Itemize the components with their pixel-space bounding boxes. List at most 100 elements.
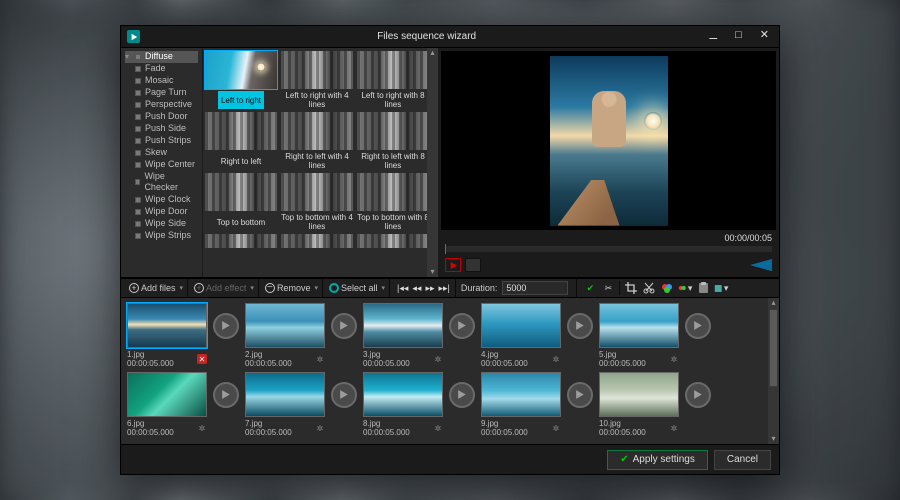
preview-seekbar[interactable] [445, 246, 772, 252]
paste-icon[interactable] [696, 281, 710, 295]
folder-icon [135, 66, 141, 72]
minimize-button[interactable]: – [705, 28, 721, 46]
tree-item-label: Fade [145, 63, 166, 74]
clip-item[interactable]: 2.jpg 00:00:05.000 ✲ [245, 303, 325, 368]
transition-slot[interactable] [211, 372, 241, 417]
clip-settings-icon[interactable]: ✲ [669, 354, 679, 364]
cancel-button[interactable]: Cancel [714, 450, 771, 470]
transition-preset[interactable]: Top to bottom with 8 lines [357, 173, 429, 231]
transition-preset[interactable]: Left to right with 4 lines [281, 51, 353, 109]
clip-duration: 00:00:05.000 [599, 428, 646, 437]
nav-prev-icon[interactable]: ◂◂ [412, 283, 421, 294]
tree-item[interactable]: Push Strips [125, 135, 198, 147]
close-button[interactable]: ✕ [756, 28, 773, 46]
clip-settings-icon[interactable]: ✲ [551, 423, 561, 433]
strip-scrollbar[interactable]: ▴ ▾ [768, 298, 779, 444]
clip-settings-icon[interactable]: ✲ [433, 354, 443, 364]
folder-icon [135, 54, 141, 60]
tree-item[interactable]: Wipe Checker [125, 171, 198, 194]
clip-settings-icon[interactable]: ✲ [433, 423, 443, 433]
clip-settings-icon[interactable]: ✲ [197, 423, 207, 433]
volume-wedge[interactable] [728, 259, 772, 271]
tree-item[interactable]: Push Door [125, 111, 198, 123]
clip-name: 3.jpg [363, 350, 410, 359]
transition-preset[interactable]: Top to bottom [205, 173, 277, 231]
tree-item[interactable]: Perspective [125, 99, 198, 111]
tree-item-label: Push Strips [145, 135, 191, 146]
transition-slot[interactable] [329, 372, 359, 417]
folder-icon [135, 138, 141, 144]
transition-preset[interactable]: Left to right with 8 lines [357, 51, 429, 109]
clip-item[interactable]: 5.jpg 00:00:05.000 ✲ [599, 303, 679, 368]
transition-slot[interactable] [565, 372, 595, 417]
nav-next-icon[interactable]: ▸▸ [425, 283, 434, 294]
clip-settings-icon[interactable]: ✲ [315, 423, 325, 433]
tree-item[interactable]: Mosaic [125, 75, 198, 87]
tree-item[interactable]: ▾Diffuse [125, 51, 198, 63]
tree-item-label: Page Turn [145, 87, 187, 98]
play-button[interactable] [445, 258, 461, 272]
clip-item[interactable]: 4.jpg 00:00:05.000 ✲ [481, 303, 561, 368]
tree-item[interactable]: Page Turn [125, 87, 198, 99]
transition-preset[interactable]: Top to bottom with 4 lines [281, 173, 353, 231]
tree-item[interactable]: Push Side [125, 123, 198, 135]
settings-dropdown-icon[interactable]: ▾ [714, 281, 728, 295]
split-icon[interactable]: ✂ [601, 281, 615, 295]
clip-settings-icon[interactable]: ✲ [315, 354, 325, 364]
presets-scrollbar[interactable]: ▴ ▾ [427, 48, 438, 277]
preview-panel: 00:00/00:05 [438, 48, 779, 277]
cut-icon[interactable] [642, 281, 656, 295]
duration-input[interactable] [502, 281, 568, 295]
clip-strip: 1.jpg 00:00:05.000 ✕ 2.jpg 00:00:05.000 … [121, 298, 779, 444]
tree-item[interactable]: Wipe Door [125, 206, 198, 218]
confirm-icon[interactable]: ✔ [583, 281, 597, 295]
transition-slot[interactable] [683, 303, 713, 348]
tree-item[interactable]: Wipe Side [125, 218, 198, 230]
clip-item[interactable]: 6.jpg 00:00:05.000 ✲ [127, 372, 207, 437]
tree-item[interactable]: Wipe Clock [125, 194, 198, 206]
transition-label: Right to left with 8 lines [357, 152, 429, 170]
tree-item[interactable]: Skew [125, 147, 198, 159]
clip-item[interactable]: 1.jpg 00:00:05.000 ✕ [127, 303, 207, 368]
group-icon[interactable]: ▾ [678, 281, 692, 295]
nav-last-icon[interactable]: ▸▸| [438, 283, 449, 294]
tree-item[interactable]: Wipe Center [125, 159, 198, 171]
transition-preset[interactable]: Right to left with 4 lines [281, 112, 353, 170]
stop-button[interactable] [465, 258, 481, 272]
maximize-button[interactable]: □ [731, 28, 746, 46]
remove-clip-icon[interactable]: ✕ [197, 354, 207, 364]
apply-settings-button[interactable]: ✔Apply settings [607, 450, 708, 470]
clip-item[interactable]: 10.jpg 00:00:05.000 ✲ [599, 372, 679, 437]
add-effect-button[interactable]: +Add effect▾ [190, 279, 259, 297]
nav-buttons: |◂◂ ◂◂ ▸▸ ▸▸| [392, 279, 456, 297]
nav-first-icon[interactable]: |◂◂ [397, 283, 408, 294]
tree-item[interactable]: Fade [125, 63, 198, 75]
remove-button[interactable]: −Remove▾ [261, 279, 323, 297]
transition-thumb [205, 173, 277, 211]
transition-presets-panel: Left to rightLeft to right with 4 linesL… [203, 48, 438, 277]
transition-slot[interactable] [447, 303, 477, 348]
transition-slot[interactable] [447, 372, 477, 417]
transition-slot[interactable] [565, 303, 595, 348]
clip-settings-icon[interactable]: ✲ [551, 354, 561, 364]
add-files-button[interactable]: +Add files▾ [125, 279, 188, 297]
color-icon[interactable] [660, 281, 674, 295]
transition-preset[interactable]: Left to right [205, 51, 277, 109]
folder-icon [135, 90, 141, 96]
transition-preset[interactable]: Right to left [205, 112, 277, 170]
transition-preset[interactable]: Right to left with 8 lines [357, 112, 429, 170]
crop-icon[interactable] [624, 281, 638, 295]
clip-settings-icon[interactable]: ✲ [669, 423, 679, 433]
tree-item-label: Wipe Checker [144, 171, 198, 193]
transition-slot[interactable] [211, 303, 241, 348]
clip-item[interactable]: 7.jpg 00:00:05.000 ✲ [245, 372, 325, 437]
select-all-button[interactable]: Select all▾ [325, 279, 390, 297]
clip-item[interactable]: 9.jpg 00:00:05.000 ✲ [481, 372, 561, 437]
transition-slot[interactable] [329, 303, 359, 348]
transition-slot[interactable] [683, 372, 713, 417]
clip-item[interactable]: 8.jpg 00:00:05.000 ✲ [363, 372, 443, 437]
footer: ✔Apply settings Cancel [121, 444, 779, 474]
clip-item[interactable]: 3.jpg 00:00:05.000 ✲ [363, 303, 443, 368]
tree-item[interactable]: Wipe Strips [125, 230, 198, 242]
transition-category-tree[interactable]: ▾DiffuseFadeMosaicPage TurnPerspectivePu… [121, 48, 203, 277]
